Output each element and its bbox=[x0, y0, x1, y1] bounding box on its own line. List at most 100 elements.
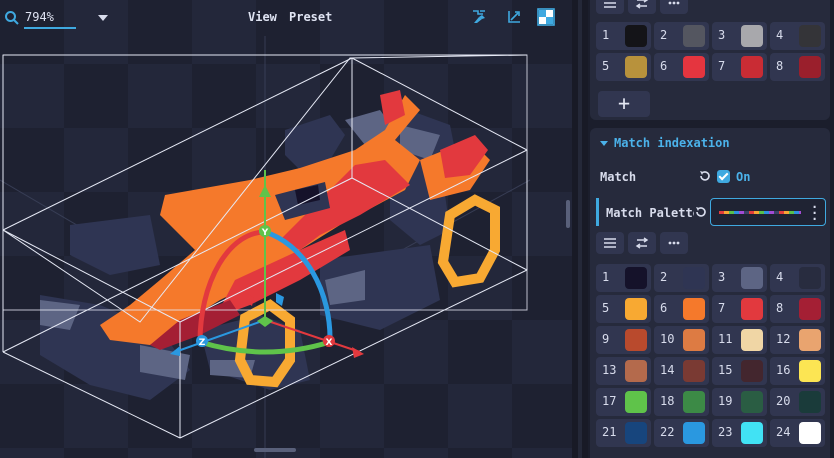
reset-icon[interactable] bbox=[698, 169, 712, 183]
match-color-15[interactable]: 15 bbox=[712, 357, 767, 385]
match-color-23[interactable]: 23 bbox=[712, 419, 767, 447]
palette-color-2[interactable]: 2 bbox=[654, 22, 709, 50]
match-color-22[interactable]: 22 bbox=[654, 419, 709, 447]
3d-viewport[interactable]: Y Z X View Preset bbox=[0, 0, 572, 458]
viewport-toolbar: View Preset bbox=[0, 0, 572, 36]
color-swatch bbox=[741, 56, 763, 78]
palette-color-7[interactable]: 7 bbox=[712, 53, 767, 81]
more-options-button[interactable] bbox=[660, 232, 688, 254]
match-color-12[interactable]: 12 bbox=[770, 326, 825, 354]
color-swatch bbox=[625, 298, 647, 320]
view-menu[interactable]: View bbox=[248, 10, 277, 24]
match-indexation-card: Match indexation Match On Match Palette … bbox=[590, 128, 830, 458]
color-swatch bbox=[741, 329, 763, 351]
color-swatch bbox=[799, 267, 821, 289]
color-swatch bbox=[625, 329, 647, 351]
more-options-button[interactable] bbox=[660, 0, 688, 14]
remap-button[interactable] bbox=[628, 0, 656, 14]
match-checkbox[interactable] bbox=[717, 170, 730, 183]
color-swatch bbox=[625, 267, 647, 289]
axis-label-y: Y bbox=[261, 228, 269, 238]
horizontal-scrollbar[interactable] bbox=[254, 448, 296, 452]
match-color-4[interactable]: 4 bbox=[770, 264, 825, 292]
collapse-chevron-icon bbox=[600, 140, 608, 146]
brush-tool-icon[interactable] bbox=[470, 8, 488, 26]
color-swatch bbox=[683, 267, 705, 289]
match-palette-row: Match Palette · · · bbox=[596, 198, 826, 226]
palette-color-5[interactable]: 5 bbox=[596, 53, 651, 81]
match-color-16[interactable]: 16 bbox=[770, 357, 825, 385]
match-palette-tools bbox=[596, 232, 688, 254]
match-color-11[interactable]: 11 bbox=[712, 326, 767, 354]
match-color-24[interactable]: 24 bbox=[770, 419, 825, 447]
match-palette-selector[interactable]: · · · bbox=[710, 198, 826, 226]
palette-color-4[interactable]: 4 bbox=[770, 22, 825, 50]
zoom-control bbox=[4, 6, 114, 30]
palette-color-6[interactable]: 6 bbox=[654, 53, 709, 81]
match-color-6[interactable]: 6 bbox=[654, 295, 709, 323]
panel-splitter[interactable] bbox=[572, 0, 588, 458]
match-color-19[interactable]: 19 bbox=[712, 388, 767, 416]
zoom-input[interactable] bbox=[24, 7, 76, 29]
color-swatch bbox=[741, 422, 763, 444]
color-swatch bbox=[683, 25, 705, 47]
match-indexation-header[interactable]: Match indexation bbox=[600, 136, 730, 150]
transform-tool-icon[interactable] bbox=[505, 8, 523, 26]
color-swatch bbox=[683, 360, 705, 382]
preset-menu[interactable]: Preset bbox=[289, 10, 332, 24]
ellipsis-icon bbox=[668, 241, 680, 245]
match-color-17[interactable]: 17 bbox=[596, 388, 651, 416]
color-swatch bbox=[741, 391, 763, 413]
color-swatch bbox=[741, 267, 763, 289]
color-swatch bbox=[683, 422, 705, 444]
palette-color-1[interactable]: 1 bbox=[596, 22, 651, 50]
vertical-ellipsis-icon[interactable]: · · · bbox=[811, 201, 818, 225]
color-swatch bbox=[799, 422, 821, 444]
axis-label-z: Z bbox=[199, 338, 206, 348]
section-title: Match indexation bbox=[614, 136, 730, 150]
palette-grid: 1 2 3 4 5 6 7 8 bbox=[596, 22, 825, 81]
properties-panel: 1 2 3 4 5 6 7 8 + Match indexation Match… bbox=[588, 0, 834, 458]
match-color-1[interactable]: 1 bbox=[596, 264, 651, 292]
match-color-14[interactable]: 14 bbox=[654, 357, 709, 385]
match-palette-grid: 1 2 3 4 5 6 7 8 9 10 11 12 13 14 15 16 1… bbox=[596, 264, 825, 447]
add-color-button[interactable]: + bbox=[598, 91, 650, 117]
color-swatch bbox=[799, 25, 821, 47]
focus-indicator bbox=[596, 198, 599, 226]
zoom-dropdown-chevron-icon[interactable] bbox=[98, 15, 108, 21]
match-color-13[interactable]: 13 bbox=[596, 357, 651, 385]
palette-color-8[interactable]: 8 bbox=[770, 53, 825, 81]
match-label: Match bbox=[600, 170, 637, 184]
color-swatch bbox=[799, 391, 821, 413]
palette-preview-strip bbox=[719, 211, 801, 214]
vertical-scrollbar[interactable] bbox=[566, 200, 570, 228]
color-swatch bbox=[625, 56, 647, 78]
list-view-button[interactable] bbox=[596, 232, 624, 254]
match-color-2[interactable]: 2 bbox=[654, 264, 709, 292]
color-swatch bbox=[799, 360, 821, 382]
match-color-9[interactable]: 9 bbox=[596, 326, 651, 354]
color-swatch bbox=[625, 422, 647, 444]
checker-toggle-icon[interactable] bbox=[537, 8, 555, 26]
color-swatch bbox=[625, 360, 647, 382]
color-swatch bbox=[799, 329, 821, 351]
color-swatch bbox=[683, 391, 705, 413]
ellipsis-icon bbox=[668, 1, 680, 5]
match-color-20[interactable]: 20 bbox=[770, 388, 825, 416]
list-icon bbox=[604, 238, 616, 248]
match-color-18[interactable]: 18 bbox=[654, 388, 709, 416]
match-color-8[interactable]: 8 bbox=[770, 295, 825, 323]
reset-palette-icon[interactable] bbox=[694, 205, 708, 219]
color-swatch bbox=[741, 298, 763, 320]
list-view-button[interactable] bbox=[596, 0, 624, 14]
match-color-21[interactable]: 21 bbox=[596, 419, 651, 447]
voxel-scene[interactable]: Y Z X bbox=[0, 0, 572, 458]
swap-icon bbox=[635, 0, 649, 9]
remap-button[interactable] bbox=[628, 232, 656, 254]
match-color-5[interactable]: 5 bbox=[596, 295, 651, 323]
palette-color-3[interactable]: 3 bbox=[712, 22, 767, 50]
match-color-7[interactable]: 7 bbox=[712, 295, 767, 323]
match-state: On bbox=[736, 170, 751, 184]
match-color-10[interactable]: 10 bbox=[654, 326, 709, 354]
match-color-3[interactable]: 3 bbox=[712, 264, 767, 292]
